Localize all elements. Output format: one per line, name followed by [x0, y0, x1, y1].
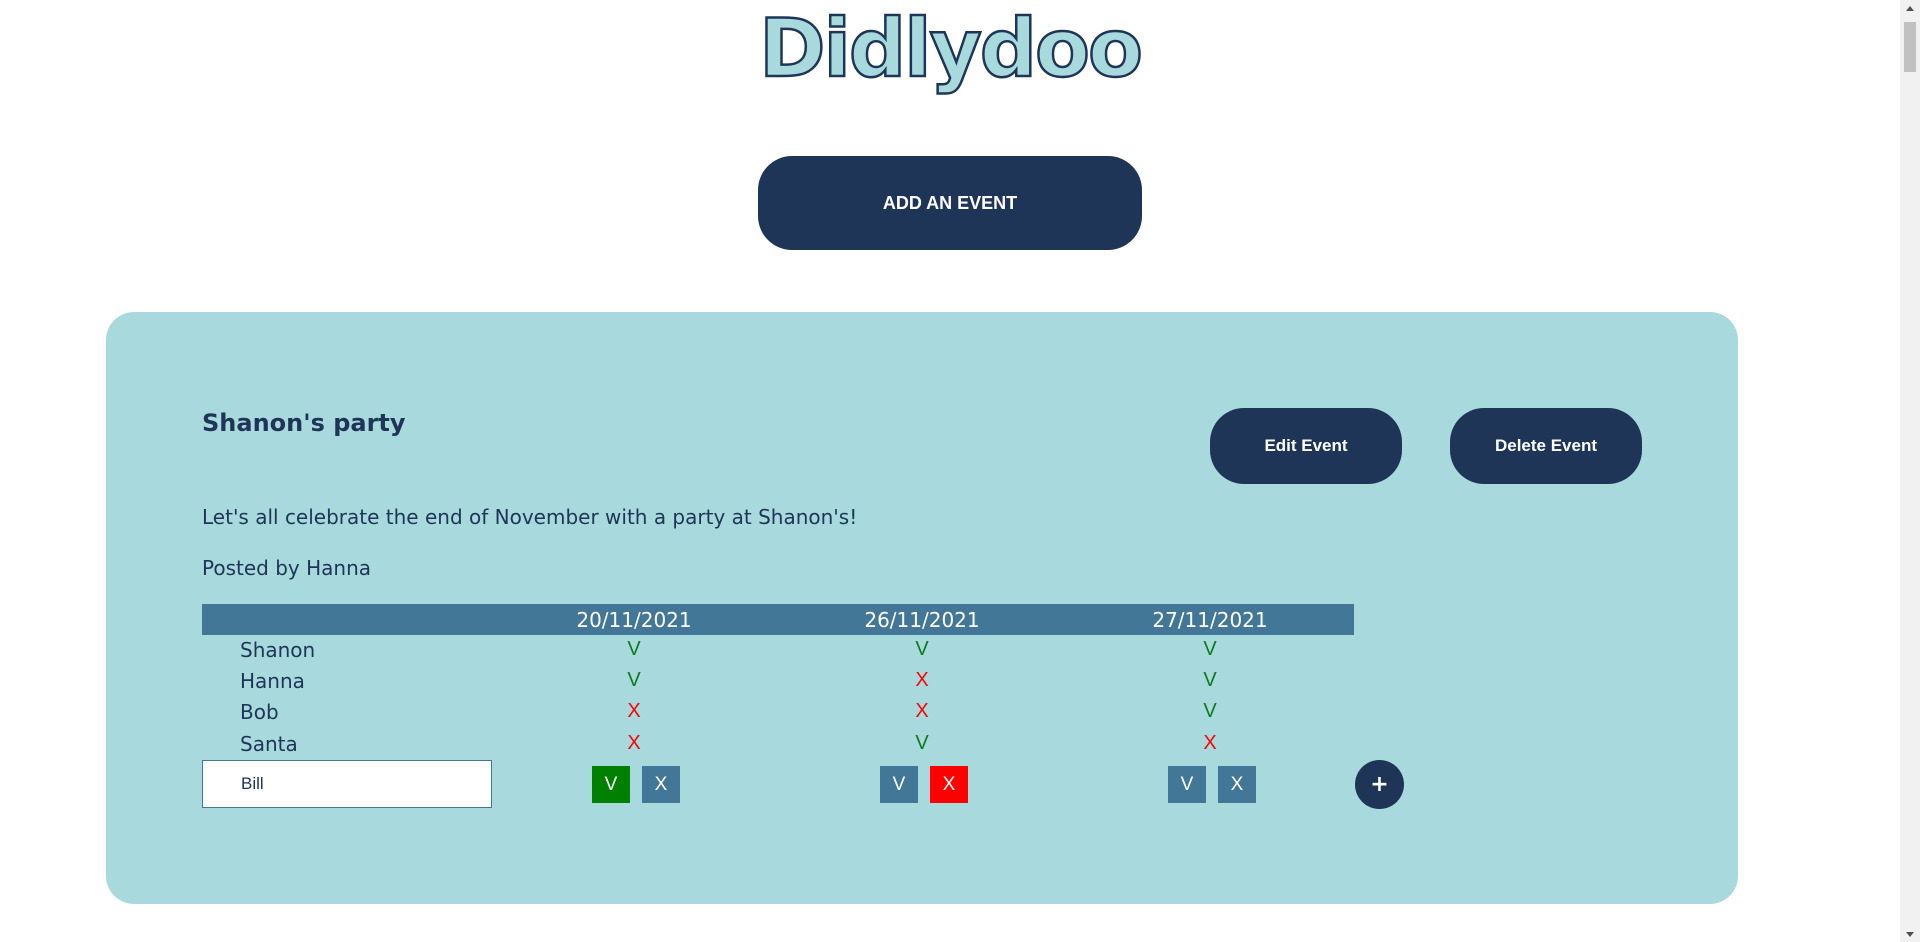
event-title: Shanon's party — [202, 409, 406, 437]
vote-mark: V — [1203, 700, 1217, 722]
delete-event-button[interactable]: Delete Event — [1450, 408, 1642, 484]
vote-yes-button[interactable]: V — [880, 766, 918, 803]
vote-mark: V — [1203, 638, 1217, 660]
date-header: 20/11/2021 — [576, 607, 692, 632]
attendee-name: Bob — [240, 700, 279, 724]
page: Didlydoo ADD AN EVENT Shanon's party Edi… — [0, 0, 1900, 942]
vote-no-button[interactable]: X — [642, 766, 680, 803]
vote-mark: V — [915, 732, 929, 754]
vote-mark: X — [627, 700, 641, 722]
vote-mark: X — [915, 669, 929, 691]
attendee-name: Shanon — [240, 638, 316, 662]
vote-no-button[interactable]: X — [930, 766, 968, 803]
edit-event-button[interactable]: Edit Event — [1210, 408, 1402, 484]
attendee-name: Hanna — [240, 669, 305, 693]
date-header: 26/11/2021 — [864, 607, 980, 632]
attendee-name: Santa — [240, 732, 298, 756]
app-logo: Didlydoo — [758, 1, 1144, 97]
vote-mark: V — [915, 638, 929, 660]
event-author: Posted by Hanna — [202, 556, 371, 580]
vote-yes-button[interactable]: V — [1168, 766, 1206, 803]
vote-mark: V — [1203, 669, 1217, 691]
vote-mark: V — [627, 638, 641, 660]
add-event-button[interactable]: ADD AN EVENT — [758, 156, 1142, 250]
scroll-down-arrow-icon[interactable] — [1900, 926, 1920, 942]
vote-mark: X — [915, 700, 929, 722]
add-attendee-button[interactable]: + — [1355, 760, 1404, 809]
vote-mark: X — [627, 732, 641, 754]
vote-mark: V — [627, 669, 641, 691]
vote-no-button[interactable]: X — [1218, 766, 1256, 803]
scrollbar-thumb[interactable] — [1904, 22, 1916, 72]
attendee-name-input[interactable] — [202, 760, 492, 808]
scroll-up-arrow-icon[interactable] — [1900, 0, 1920, 16]
date-header: 27/11/2021 — [1152, 607, 1268, 632]
vote-yes-button[interactable]: V — [592, 766, 630, 803]
vertical-scrollbar[interactable] — [1900, 0, 1920, 942]
vote-mark: X — [1203, 732, 1217, 754]
event-description: Let's all celebrate the end of November … — [202, 505, 858, 529]
